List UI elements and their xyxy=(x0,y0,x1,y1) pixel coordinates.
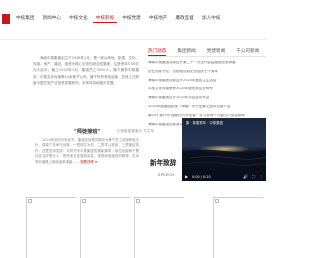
view-details-link[interactable]: 查看详情 ➤ xyxy=(80,160,97,164)
main-nav: 中核集团 新闻中心 中核文化 中核影视 中核党建 中核地产 廉政监督 加入中核 xyxy=(13,16,226,23)
nav-item-realestate[interactable]: 中核地产 xyxy=(146,16,170,23)
intro-section: 海南中核集团创立于2008年1月，是一家以房地、影视、文化、传媒、地产、建设、投… xyxy=(33,55,139,107)
nav-item-culture[interactable]: 中核文化 xyxy=(66,16,90,23)
fullscreen-icon[interactable]: ⛶ xyxy=(252,174,255,179)
logo[interactable] xyxy=(2,14,10,24)
feature-title: 新年致辞 xyxy=(150,159,177,167)
more-icon[interactable]: ⋮ xyxy=(259,174,263,179)
broken-image-icon xyxy=(82,199,86,203)
list-item[interactable]: 海南中核集团召开2020年总结表彰大会 xyxy=(148,96,266,105)
list-item[interactable]: 海南中核集团党委召开第二十一次党代会暨集团党委换届 xyxy=(148,61,266,70)
nav-item-news-center[interactable]: 新闻中心 xyxy=(40,16,64,23)
tab-hot-news[interactable]: 热门动态 xyxy=(148,47,167,56)
top-nav-bar: 中核集团 新闻中心 中核文化 中核影视 中核党建 中核地产 廉政监督 加入中核 xyxy=(0,0,267,40)
nav-item-join[interactable]: 加入中核 xyxy=(199,16,223,23)
list-item[interactable]: 中核文化传媒荣获2020年度优秀企业称号 xyxy=(148,87,266,96)
tab-party-news[interactable]: 党建新闻 xyxy=(207,47,225,56)
broken-image-icon xyxy=(28,199,32,203)
play-icon[interactable]: ▶ xyxy=(185,174,188,179)
nav-item-supervision[interactable]: 廉政监督 xyxy=(172,16,196,23)
quote-body: 2020年农历中秋佳节，集团总经理刘俊岐为骨干员工讲授师徒文化，强调了传承与创新… xyxy=(35,138,139,165)
volume-icon[interactable]: 🔊 xyxy=(243,174,248,179)
video-time: 0:00 / 0:20 xyxy=(192,174,211,179)
tab-group-news[interactable]: 集团新闻 xyxy=(177,47,195,56)
nav-item-party[interactable]: 中核党建 xyxy=(119,16,143,23)
nav-item-group[interactable]: 中核集团 xyxy=(13,16,37,23)
image-thumbnail[interactable] xyxy=(134,197,184,258)
image-thumbnail[interactable] xyxy=(213,197,263,258)
news-tabs: 热门动态 集团新闻 党建新闻 千公司新闻 xyxy=(148,47,266,57)
video-controls: ▶ 0:00 / 0:20 🔊 ⛶ ⋮ xyxy=(182,172,266,181)
feature-subtitle: SPEECH xyxy=(158,172,175,177)
tab-subsidiary-news[interactable]: 千公司新闻 xyxy=(236,47,259,56)
intro-text: 海南中核集团创立于2008年1月，是一家以房地、影视、文化、传媒、地产、建设、投… xyxy=(33,56,139,85)
image-thumbnail[interactable] xyxy=(80,197,130,258)
list-item[interactable]: 历任党委书记、总经理合影纪念国庆七十周年 xyxy=(148,70,266,79)
quote-title: "师徒接班" xyxy=(74,129,101,135)
image-thumbnail[interactable] xyxy=(26,197,76,258)
list-item[interactable]: 海南中核集团党委召开2020年度民主生活会 xyxy=(148,79,266,88)
video-player[interactable]: 集 · 新春贺年 · 中核集团 ▶ 0:00 / 0:20 🔊 ⛶ ⋮ xyxy=(182,118,266,181)
list-item[interactable]: 2020年度集团影视（海南）举行全景文旅项目推介会 xyxy=(148,105,266,114)
nav-item-film[interactable]: 中核影视 xyxy=(92,16,118,23)
broken-image-icon xyxy=(136,199,140,203)
broken-image-icon xyxy=(215,199,219,203)
video-caption: 集 · 新春贺年 · 中核集团 xyxy=(186,121,223,125)
